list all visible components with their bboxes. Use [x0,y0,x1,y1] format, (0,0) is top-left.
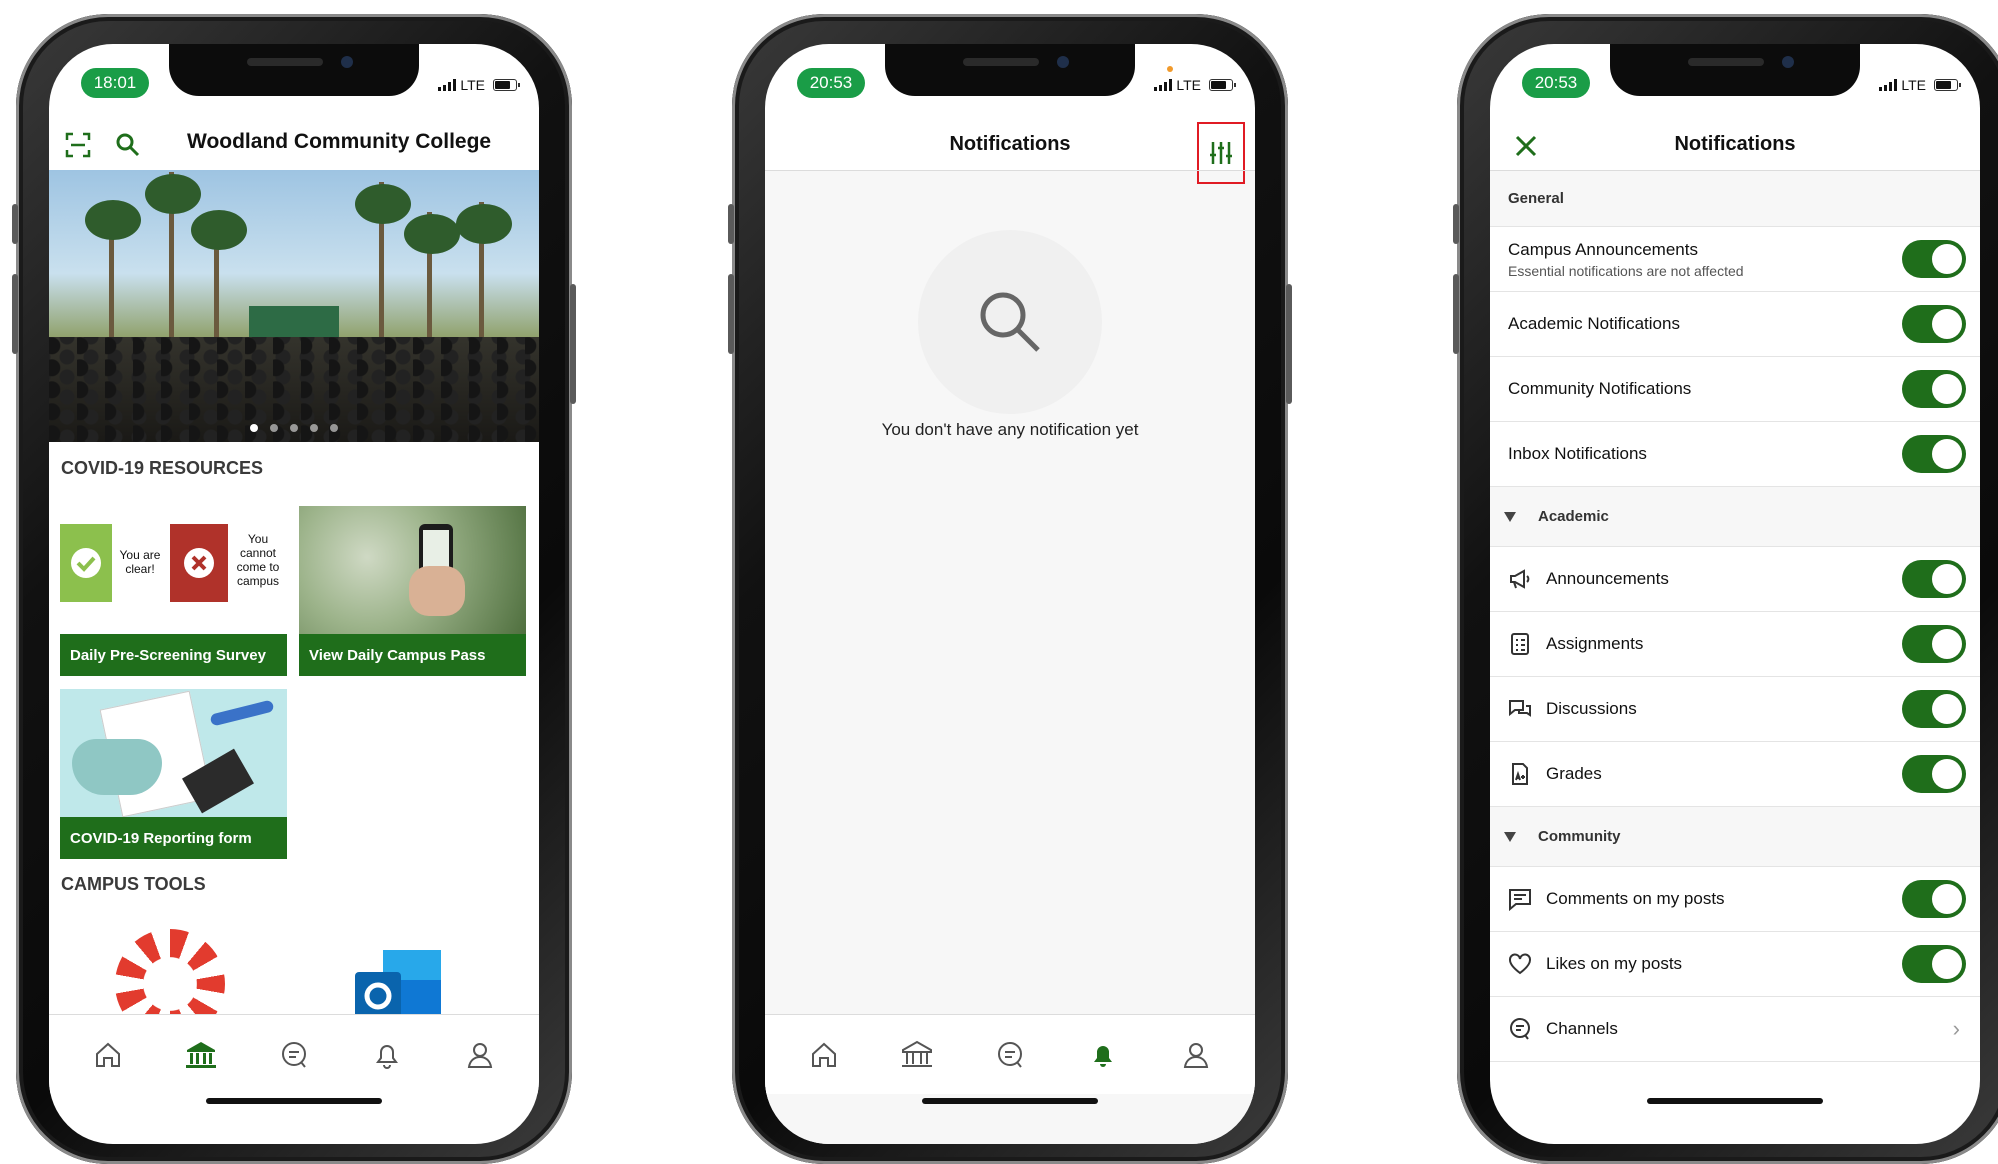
heart-icon [1508,952,1532,976]
comment-icon [1508,887,1532,911]
status-time: 18:01 [81,68,149,98]
card-reporting-form[interactable]: COVID-19 Reporting form [60,689,287,859]
card-label: View Daily Campus Pass [299,634,526,676]
row-assignments[interactable]: Assignments [1490,612,1980,677]
toggle-inbox-notifications[interactable] [1902,435,1966,473]
tab-bar [49,1014,539,1094]
messages-icon[interactable] [274,1035,314,1075]
page-title: Notifications [949,132,1071,155]
battery-icon [1209,79,1236,91]
collapse-triangle-icon [1504,511,1516,522]
section-title-tools: CAMPUS TOOLS [61,874,206,894]
clear-text: You are clear! [119,548,161,576]
row-community-notifications[interactable]: Community Notifications [1490,357,1980,422]
phone-notifications-empty: 20:53 LTE Notifications You don't have a… [728,14,1292,1164]
toggle-announcements[interactable] [1902,560,1966,598]
grades-icon [1508,762,1532,786]
row-inbox-notifications[interactable]: Inbox Notifications [1490,422,1980,487]
card-label: COVID-19 Reporting form [60,817,287,859]
page-title: Notifications [1674,132,1796,155]
screen-notifications-empty: 20:53 LTE Notifications You don't have a… [765,44,1255,1144]
channels-icon [1508,1017,1532,1041]
profile-icon[interactable] [1176,1035,1216,1075]
chevron-right-icon[interactable]: › [1953,1016,1960,1042]
college-title: Woodland Community College [187,130,492,153]
toggle-comments-on-my-posts[interactable] [1902,880,1966,918]
card-pre-screening[interactable]: You are clear! You cannot come to campus… [60,506,287,676]
status-network: LTE [1154,77,1236,93]
group-community[interactable]: Community [1490,807,1980,867]
campus-icon[interactable] [181,1035,221,1075]
battery-icon [493,79,520,91]
search-icon[interactable] [115,132,141,163]
megaphone-icon [1508,567,1532,591]
screen-home: 18:01 LTE Woodland Community College COV… [49,44,539,1144]
row-channels[interactable]: Channels › [1490,997,1980,1062]
filter-settings-button[interactable] [1197,122,1245,184]
empty-state-illustration [918,230,1102,414]
toggle-grades[interactable] [1902,755,1966,793]
profile-icon[interactable] [460,1035,500,1075]
carousel-dots[interactable] [250,424,338,432]
magnifier-icon [980,292,1040,352]
toggle-campus-announcements[interactable] [1902,240,1966,278]
group-academic[interactable]: Academic [1490,487,1980,547]
home-icon[interactable] [804,1035,844,1075]
row-campus-announcements[interactable]: Campus Announcements Essential notificat… [1490,227,1980,292]
empty-state-message: You don't have any notification yet [881,420,1139,439]
home-icon[interactable] [88,1035,128,1075]
row-comments-on-my-posts[interactable]: Comments on my posts [1490,867,1980,932]
sliders-icon [1210,142,1232,164]
row-likes-on-my-posts[interactable]: Likes on my posts [1490,932,1980,997]
status-time: 20:53 [797,68,865,98]
chat-bubbles-icon [1508,697,1532,721]
row-discussions[interactable]: Discussions [1490,677,1980,742]
bell-icon[interactable] [367,1035,407,1075]
row-grades[interactable]: Grades [1490,742,1980,807]
phone-home: 18:01 LTE Woodland Community College COV… [12,14,576,1164]
campus-icon[interactable] [897,1035,937,1075]
scan-icon[interactable] [65,132,91,163]
status-network: LTE [438,77,520,93]
row-academic-notifications[interactable]: Academic Notifications [1490,292,1980,357]
toggle-assignments[interactable] [1902,625,1966,663]
cannot-text: You cannot come to campus [236,532,280,588]
toggle-community-notifications[interactable] [1902,370,1966,408]
tab-bar [765,1014,1255,1094]
toggle-discussions[interactable] [1902,690,1966,728]
screen-notification-settings: 20:53 LTE Notifications General Campus A… [1490,44,1980,1144]
toggle-academic-notifications[interactable] [1902,305,1966,343]
checklist-icon [1508,632,1532,656]
collapse-triangle-icon [1504,831,1516,842]
campus-banner-carousel[interactable] [49,170,539,442]
row-announcements[interactable]: Announcements [1490,547,1980,612]
group-general: General [1490,171,1980,227]
notification-settings-list: General Campus Announcements Essential n… [1490,171,1980,1062]
phone-notification-settings: 20:53 LTE Notifications General Campus A… [1453,14,1998,1164]
battery-icon [1934,79,1961,91]
messages-icon[interactable] [990,1035,1030,1075]
card-label: Daily Pre-Screening Survey [60,634,287,676]
card-campus-pass[interactable]: View Daily Campus Pass [299,506,526,676]
status-network: LTE [1879,77,1961,93]
status-time: 20:53 [1522,68,1590,98]
section-title-covid: COVID-19 RESOURCES [61,458,264,478]
toggle-likes-on-my-posts[interactable] [1902,945,1966,983]
bell-icon[interactable] [1083,1035,1123,1075]
